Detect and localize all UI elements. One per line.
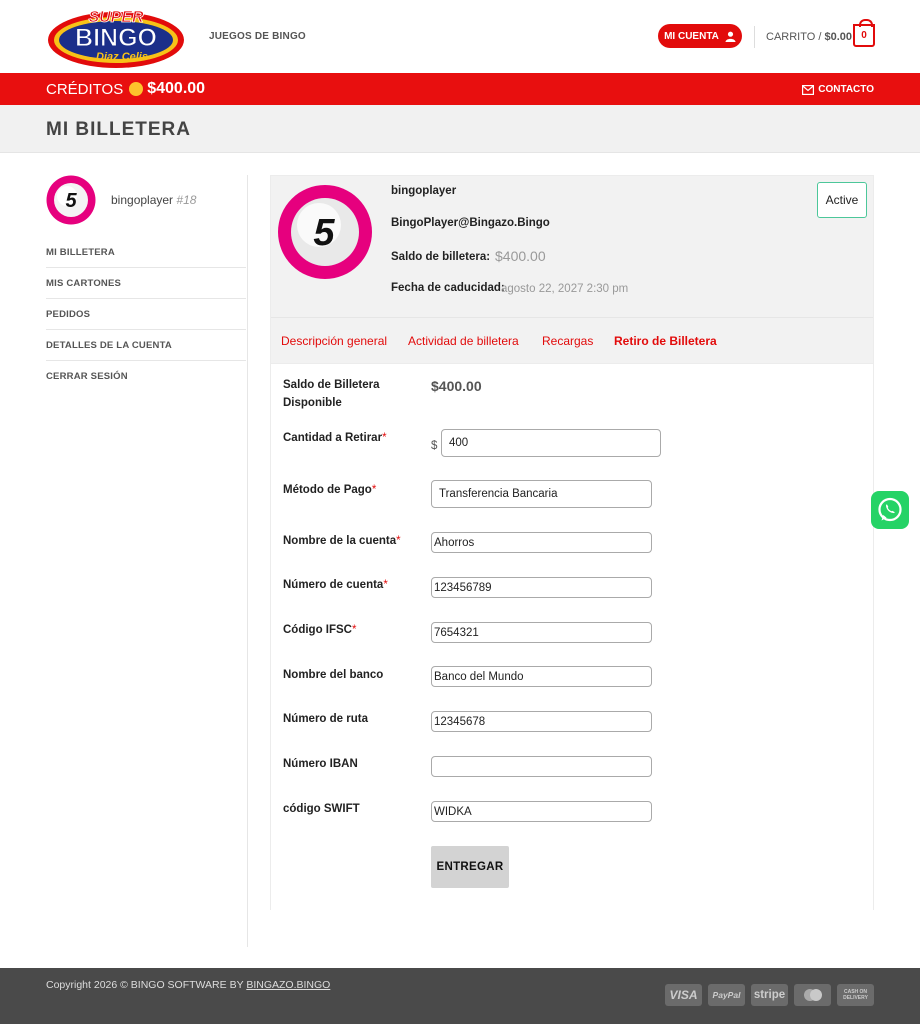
paypal-icon: PayPal	[708, 984, 745, 1006]
profile-name: bingoplayer	[391, 185, 457, 197]
account-number-label: Número de cuenta*	[283, 576, 413, 594]
account-name-label: Nombre de la cuenta*	[283, 532, 413, 550]
copyright: Copyright 2026 © BINGO SOFTWARE BY BINGA…	[46, 979, 330, 991]
sidebar-user-id: #18	[176, 193, 197, 207]
sidebar-username: bingoplayer #18	[111, 193, 196, 207]
required-mark: *	[371, 484, 377, 496]
payment-method-select[interactable]	[431, 480, 652, 508]
routing-number-field[interactable]	[431, 711, 652, 732]
sidebar-menu: MI BILLETERA MIS CARTONES PEDIDOS DETALL…	[46, 237, 246, 392]
visa-icon: VISA	[665, 984, 702, 1006]
contact-link[interactable]: CONTACTO	[802, 84, 874, 95]
payment-method-label: Método de Pago*	[283, 481, 413, 499]
cart-icon[interactable]: 0	[853, 19, 875, 47]
required-mark: *	[352, 624, 357, 636]
ifsc-label-text: Código IFSC	[283, 624, 352, 636]
withdrawal-form: Saldo de Billetera Disponible $400.00 Ca…	[271, 364, 873, 910]
sidebar-item-account-details[interactable]: DETALLES DE LA CUENTA	[46, 330, 246, 361]
footer-link[interactable]: BINGAZO.BINGO	[246, 979, 330, 991]
withdraw-amount-input[interactable]	[441, 429, 661, 457]
nav-bingo-games[interactable]: JUEGOS DE BINGO	[209, 31, 306, 42]
submit-withdrawal-button[interactable]: ENTREGAR	[431, 846, 509, 888]
required-mark: *	[396, 535, 401, 547]
tab-recharges[interactable]: Recargas	[542, 334, 593, 348]
sidebar-item-wallet[interactable]: MI BILLETERA	[46, 237, 246, 268]
stripe-icon: stripe	[751, 984, 788, 1006]
wallet-tabs: Descripción general Actividad de billete…	[271, 318, 873, 364]
copyright-text: Copyright 2026 © BINGO SOFTWARE BY	[46, 979, 247, 991]
cash-on-delivery-icon: CASH ON DELIVERY	[837, 984, 874, 1006]
svg-text:5: 5	[313, 212, 335, 254]
credits-amount: $400.00	[147, 80, 206, 97]
cart-count: 0	[861, 30, 867, 41]
account-name-label-text: Nombre de la cuenta	[283, 535, 397, 547]
tab-withdrawal[interactable]: Retiro de Billetera	[614, 334, 717, 348]
amount-label-text: Cantidad a Retirar	[283, 432, 383, 444]
envelope-icon	[802, 84, 815, 95]
payment-method-label-text: Método de Pago	[283, 484, 372, 496]
wallet-balance-label: Saldo de billetera:	[391, 251, 491, 263]
cart-word: CARRITO /	[766, 31, 822, 43]
bingo-ball-avatar: 5	[278, 185, 372, 279]
site-footer: Copyright 2026 © BINGO SOFTWARE BY BINGA…	[0, 968, 920, 1024]
bingo-ball-avatar: 5	[46, 175, 96, 225]
site-header: SUPER BINGO Diaz Celis JUEGOS DE BINGO M…	[0, 0, 920, 73]
routing-number-label: Número de ruta	[283, 713, 368, 725]
expiry-label: Fecha de caducidad:	[391, 282, 505, 294]
credits-label: CRÉDITOS	[46, 80, 124, 98]
iban-field[interactable]	[431, 756, 652, 777]
bank-name-field[interactable]	[431, 666, 652, 687]
page-title-band: MI BILLETERA	[0, 105, 920, 153]
available-balance-value: $400.00	[431, 378, 482, 394]
sidebar-item-logout[interactable]: CERRAR SESIÓN	[46, 361, 246, 392]
sidebar-item-orders[interactable]: PEDIDOS	[46, 299, 246, 330]
svg-text:5: 5	[65, 190, 77, 212]
svg-text:BINGO: BINGO	[75, 24, 157, 52]
account-name-field[interactable]	[431, 532, 652, 553]
tab-overview[interactable]: Descripción general	[281, 334, 387, 348]
my-account-label: MI CUENTA	[664, 30, 719, 42]
sidebar-username-text: bingoplayer	[111, 193, 174, 207]
sidebar-divider	[247, 175, 248, 947]
mastercard-icon	[794, 984, 831, 1006]
whatsapp-button[interactable]	[871, 491, 909, 529]
required-mark: *	[382, 432, 387, 444]
amount-label: Cantidad a Retirar*	[283, 429, 413, 447]
swift-label: código SWIFT	[283, 803, 360, 815]
wallet-balance-value: $400.00	[495, 248, 546, 264]
status-badge: Active	[817, 182, 867, 218]
coin-icon	[129, 82, 144, 96]
cart-link[interactable]: CARRITO / $0.00	[766, 31, 852, 43]
profile-email: BingoPlayer@Bingazo.Bingo	[391, 217, 550, 229]
header-divider	[754, 26, 755, 48]
tab-wallet-activity[interactable]: Actividad de billetera	[408, 334, 519, 348]
cart-total: $0.00	[824, 31, 853, 43]
payment-icons: VISA PayPal stripe CASH ON DELIVERY	[665, 984, 874, 1006]
expiry-value: agosto 22, 2027 2:30 pm	[501, 283, 629, 295]
site-logo[interactable]: SUPER BINGO Diaz Celis	[46, 4, 186, 70]
credits-display: CRÉDITOS $400.00	[46, 80, 205, 98]
svg-text:Diaz Celis: Diaz Celis	[96, 51, 148, 63]
wallet-profile: 5 bingoplayer BingoPlayer@Bingazo.Bingo …	[271, 176, 873, 318]
account-number-label-text: Número de cuenta	[283, 579, 384, 591]
user-icon	[725, 31, 736, 42]
ifsc-field[interactable]	[431, 622, 652, 643]
bank-name-label: Nombre del banco	[283, 669, 384, 681]
available-balance-label: Saldo de Billetera Disponible	[283, 379, 380, 409]
wallet-card: 5 bingoplayer BingoPlayer@Bingazo.Bingo …	[270, 175, 874, 910]
account-number-field[interactable]	[431, 577, 652, 598]
ifsc-label: Código IFSC*	[283, 621, 413, 639]
sidebar-item-cards[interactable]: MIS CARTONES	[46, 268, 246, 299]
whatsapp-icon	[878, 497, 902, 522]
contact-label: CONTACTO	[818, 84, 874, 95]
iban-label: Número IBAN	[283, 758, 358, 770]
page-title: MI BILLETERA	[46, 119, 191, 140]
required-mark: *	[383, 579, 388, 591]
top-bar: CRÉDITOS $400.00 CONTACTO	[0, 73, 920, 105]
my-account-button[interactable]: MI CUENTA	[658, 24, 742, 48]
swift-field[interactable]	[431, 801, 652, 822]
currency-symbol: $	[431, 440, 438, 452]
